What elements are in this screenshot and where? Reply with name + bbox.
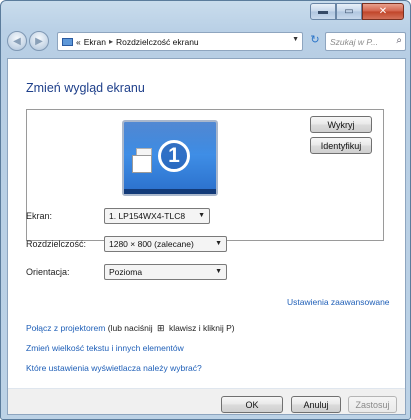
address-bar[interactable]: « Ekran ▸ Rozdzielczość ekranu ▼	[57, 32, 303, 51]
breadcrumb-ekran[interactable]: Ekran	[84, 37, 106, 47]
identify-button[interactable]: Identyfikuj	[310, 137, 372, 154]
breadcrumb-resolution[interactable]: Rozdzielczość ekranu	[116, 37, 199, 47]
chevron-down-icon[interactable]: ▼	[292, 36, 299, 43]
search-input[interactable]: Szukaj w P... ⌕	[325, 32, 406, 51]
content-pane: Zmień wygląd ekranu 1 Wykryj Identyfikuj…	[7, 58, 406, 415]
screen-select[interactable]: 1. LP154WX4-TLC8 ▼	[104, 208, 210, 224]
orientation-label: Orientacja:	[26, 267, 70, 277]
screen-label: Ekran:	[26, 211, 53, 221]
dialog-footer	[8, 389, 405, 414]
navigation-bar: ◀ ▶ « Ekran ▸ Rozdzielczość ekranu ▼ ↻ S…	[7, 29, 406, 55]
display-settings-window: ▬ ▭ ✕ ◀ ▶ « Ekran ▸ Rozdzielczość ekranu…	[0, 0, 411, 420]
resolution-select[interactable]: 1280 × 800 (zalecane) ▼	[104, 236, 227, 252]
maximize-button[interactable]: ▭	[336, 3, 362, 20]
which-settings-link[interactable]: Które ustawienia wyświetlacza należy wyb…	[26, 363, 202, 373]
resolution-label: Rozdzielczość:	[26, 239, 87, 249]
chevron-down-icon: ▼	[215, 240, 222, 247]
title-bar[interactable]: ▬ ▭ ✕	[1, 1, 410, 25]
ok-button[interactable]: OK	[221, 396, 283, 413]
forward-button[interactable]: ▶	[29, 31, 49, 51]
detect-button[interactable]: Wykryj	[310, 116, 372, 133]
search-icon[interactable]: ⌕	[396, 35, 402, 46]
screen-select-value: 1. LP154WX4-TLC8	[109, 211, 186, 221]
monitor-number-badge: 1	[158, 140, 190, 172]
caption-buttons: ▬ ▭ ✕	[310, 3, 404, 20]
monitor-1-preview[interactable]: 1	[122, 120, 218, 196]
close-icon: ✕	[378, 6, 388, 17]
connect-projector-link[interactable]: Połącz z projektorem	[26, 323, 105, 333]
close-button[interactable]: ✕	[362, 3, 404, 20]
projector-line: Połącz z projektorem (lub naciśnij ⊞ kla…	[26, 323, 235, 334]
advanced-settings-link[interactable]: Ustawienia zaawansowane	[287, 297, 390, 307]
resolution-select-value: 1280 × 800 (zalecane)	[109, 239, 194, 249]
cancel-button[interactable]: Anuluj	[291, 396, 341, 413]
display-icon	[62, 37, 73, 46]
projector-hint-2: klawisz i kliknij P)	[168, 323, 235, 333]
search-placeholder: Szukaj w P...	[330, 36, 379, 47]
chevron-down-icon: ▼	[198, 212, 205, 219]
orientation-select[interactable]: Pozioma ▼	[104, 264, 227, 280]
forward-arrow-icon: ▶	[35, 35, 43, 47]
minimize-icon: ▬	[318, 6, 328, 17]
address-prefix: «	[76, 36, 81, 47]
page-title: Zmień wygląd ekranu	[26, 81, 145, 95]
window-thumbnail-icon	[132, 155, 152, 173]
maximize-icon: ▭	[344, 6, 354, 17]
windows-key-icon: ⊞	[157, 323, 165, 333]
projector-hint-1: (lub naciśnij	[107, 323, 153, 333]
back-arrow-icon: ◀	[13, 35, 21, 47]
breadcrumb-separator: ▸	[108, 37, 113, 46]
refresh-icon[interactable]: ↻	[307, 33, 323, 50]
back-button[interactable]: ◀	[7, 31, 27, 51]
chevron-down-icon: ▼	[215, 268, 222, 275]
orientation-select-value: Pozioma	[109, 267, 143, 277]
monitor-taskbar	[124, 189, 216, 194]
apply-button[interactable]: Zastosuj	[348, 396, 397, 413]
text-size-link[interactable]: Zmień wielkość tekstu i innych elementów	[26, 343, 184, 353]
minimize-button[interactable]: ▬	[310, 3, 336, 20]
